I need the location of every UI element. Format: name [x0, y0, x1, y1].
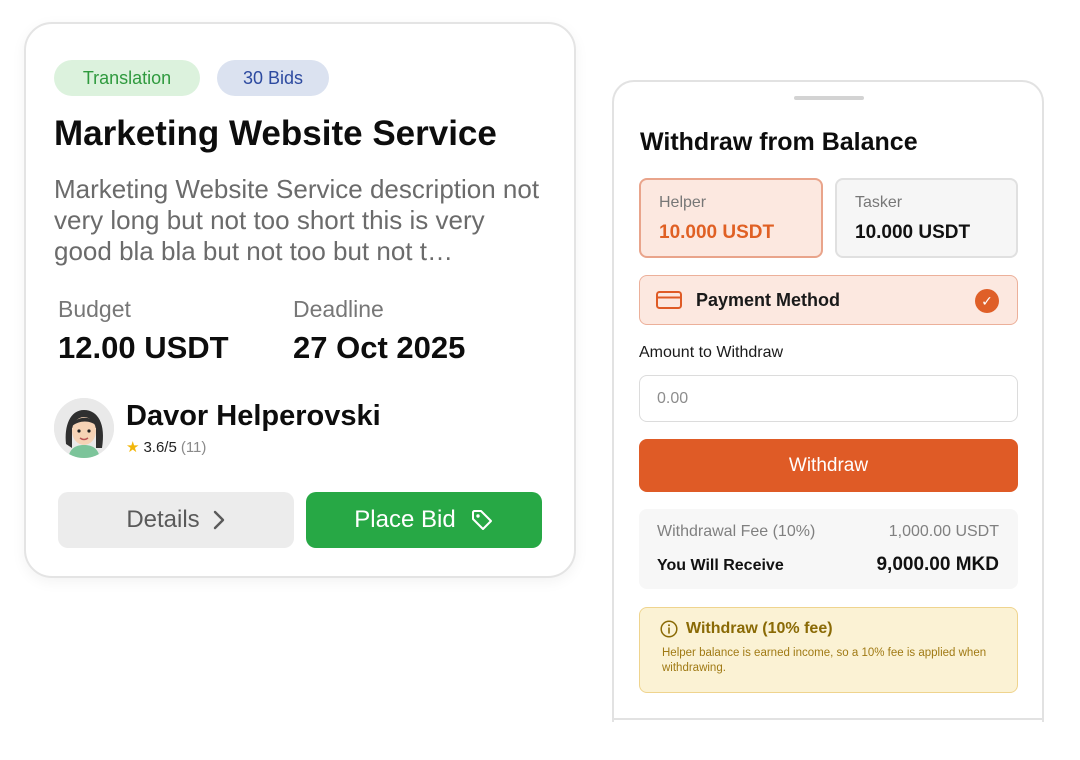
user-avatar-icon	[54, 398, 114, 458]
category-tag: Translation	[54, 60, 200, 96]
details-button[interactable]: Details	[58, 492, 294, 548]
payment-method-option[interactable]: Payment Method ✓	[639, 275, 1018, 325]
payment-method-label: Payment Method	[696, 289, 841, 310]
balance-option-tasker[interactable]: Tasker 10.000 USDT	[835, 178, 1018, 258]
star-icon: ★	[126, 439, 140, 456]
balance-amount: 10.000 USDT	[855, 222, 971, 243]
tag-icon	[471, 510, 492, 530]
user-rating: ★ 3.6/5 (11)	[126, 438, 207, 457]
bids-count-badge: 30 Bids	[217, 60, 329, 96]
withdraw-button[interactable]: Withdraw	[639, 439, 1018, 492]
rating-value: 3.6/5	[143, 438, 177, 456]
withdraw-button-label: Withdraw	[788, 454, 869, 476]
panel-title: Withdraw from Balance	[640, 128, 918, 156]
place-bid-button-label: Place Bid	[354, 506, 456, 533]
balance-label: Tasker	[855, 194, 903, 211]
amount-label: Amount to Withdraw	[639, 344, 784, 361]
check-icon: ✓	[975, 289, 999, 313]
balance-label: Helper	[659, 194, 707, 211]
chevron-right-icon	[213, 510, 224, 530]
receive-row: You Will Receive 9,000.00 MKD	[657, 554, 999, 576]
receive-value: 9,000.00 MKD	[876, 554, 999, 575]
avatar[interactable]	[54, 398, 114, 458]
deadline-label: Deadline	[293, 296, 384, 322]
balance-option-helper[interactable]: Helper 10.000 USDT	[639, 178, 823, 258]
withdraw-summary: Withdrawal Fee (10%) 1,000.00 USDT You W…	[639, 509, 1018, 589]
notice-title: Withdraw (10% fee)	[686, 620, 833, 637]
fee-notice: Withdraw (10% fee) Helper balance is ear…	[639, 607, 1018, 693]
budget-value: 12.00 USDT	[58, 330, 229, 365]
credit-card-icon	[656, 291, 682, 309]
withdraw-panel: Withdraw from Balance Helper 10.000 USDT…	[612, 80, 1044, 722]
notice-text: Helper balance is earned income, so a 10…	[662, 647, 987, 674]
budget-label: Budget	[58, 296, 131, 322]
fee-row: Withdrawal Fee (10%) 1,000.00 USDT	[657, 523, 999, 541]
user-name[interactable]: Davor Helperovski	[126, 400, 381, 433]
deadline-value: 27 Oct 2025	[293, 330, 466, 365]
panel-divider	[612, 718, 1044, 720]
balance-amount: 10.000 USDT	[659, 222, 775, 243]
info-icon	[660, 620, 678, 638]
fee-value: 1,000.00 USDT	[888, 523, 999, 540]
job-card: Translation 30 Bids Marketing Website Se…	[24, 22, 576, 578]
notice-header: Withdraw (10% fee)	[660, 620, 997, 638]
amount-input[interactable]	[639, 375, 1018, 422]
job-description: Marketing Website Service description no…	[54, 174, 540, 266]
receive-label: You Will Receive	[657, 557, 784, 574]
place-bid-button[interactable]: Place Bid	[306, 492, 542, 548]
fee-label: Withdrawal Fee (10%)	[657, 523, 816, 540]
job-title: Marketing Website Service	[54, 114, 497, 153]
rating-count: (11)	[180, 438, 207, 456]
details-button-label: Details	[126, 506, 200, 533]
drag-handle[interactable]	[794, 96, 864, 100]
